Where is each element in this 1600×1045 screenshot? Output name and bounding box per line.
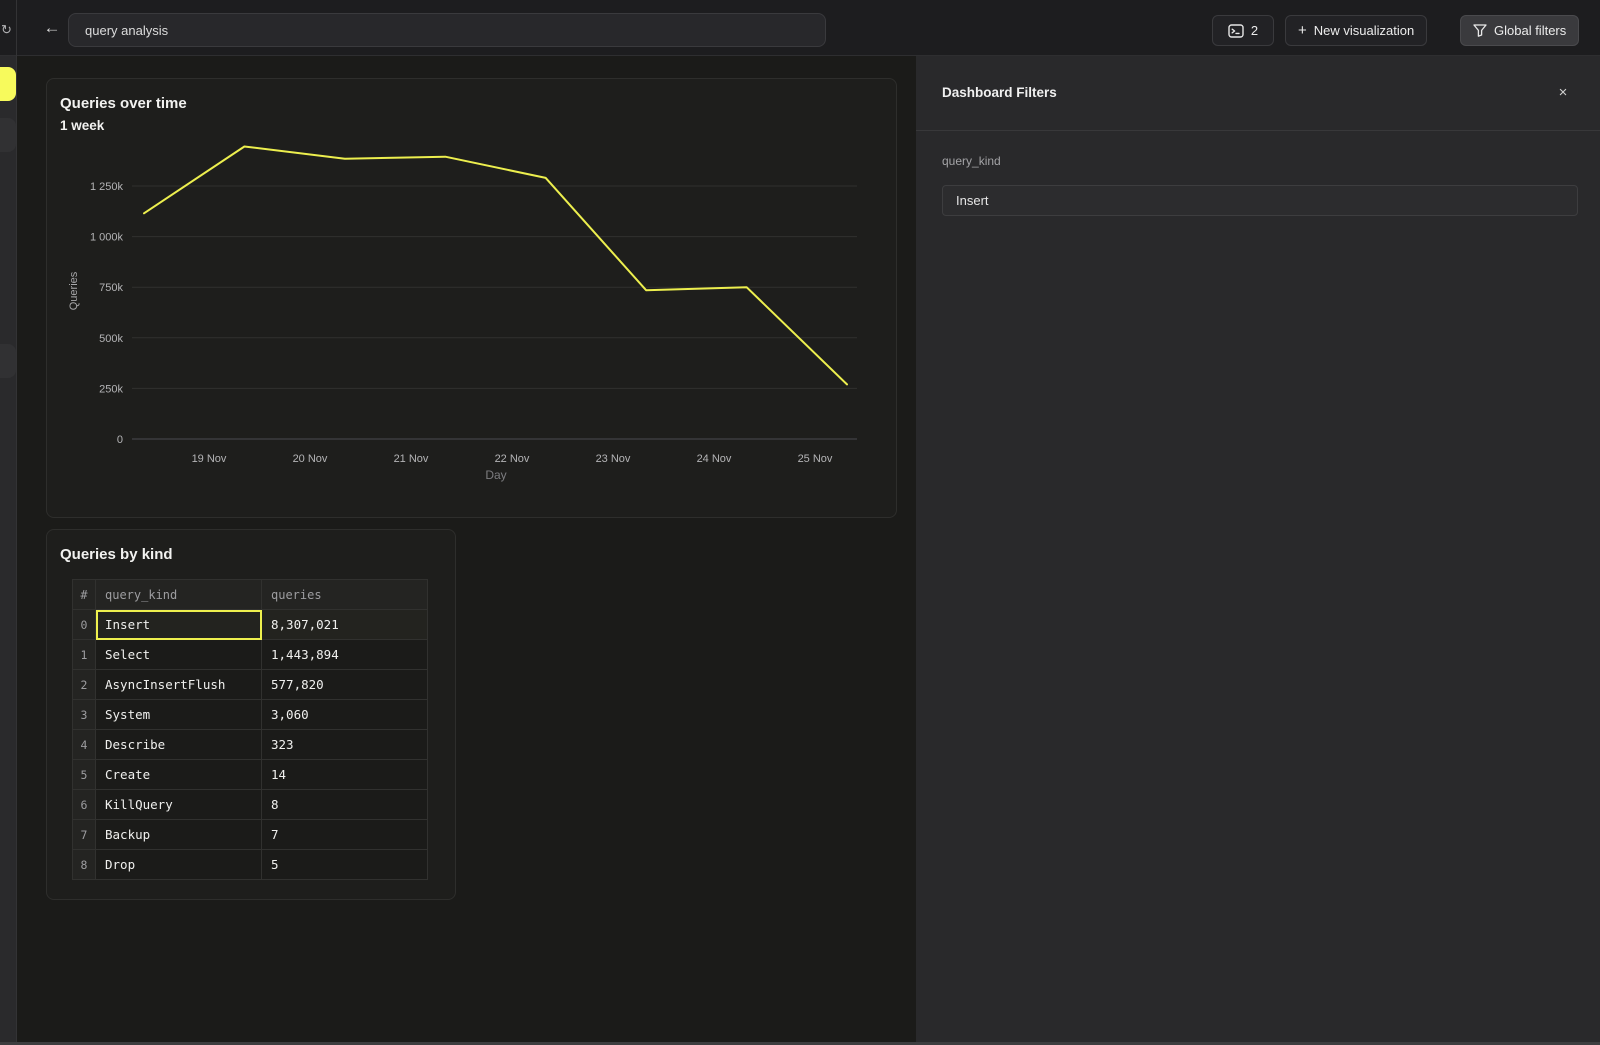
filters-panel-title: Dashboard Filters bbox=[942, 85, 1057, 100]
table-row: 4Describe323 bbox=[73, 730, 428, 760]
x-axis-title: Day bbox=[485, 468, 506, 482]
table-title: Queries by kind bbox=[60, 546, 173, 563]
back-button[interactable]: ← bbox=[38, 14, 66, 42]
column-header-query_kind: query_kind bbox=[96, 580, 262, 610]
queries-value-cell[interactable]: 7 bbox=[262, 820, 428, 850]
table-header-row: #query_kindqueries bbox=[73, 580, 428, 610]
console-queries-count-button[interactable]: 2 bbox=[1212, 15, 1274, 46]
queries-by-kind-card: Queries by kind #query_kindqueries 0Inse… bbox=[46, 529, 456, 900]
queries-value-cell[interactable]: 5 bbox=[262, 850, 428, 880]
row-index-cell: 1 bbox=[73, 640, 96, 670]
x-tick-label: 22 Nov bbox=[495, 453, 530, 465]
y-tick-label: 750k bbox=[99, 282, 123, 294]
query-kind-filter-select[interactable]: Insert bbox=[942, 185, 1578, 216]
row-index-cell: 7 bbox=[73, 820, 96, 850]
sidebar-top-section: ↻ bbox=[0, 0, 16, 56]
queries-value-cell[interactable]: 8,307,021 bbox=[262, 610, 428, 640]
y-tick-label: 500k bbox=[99, 333, 123, 345]
queries-value-cell[interactable]: 323 bbox=[262, 730, 428, 760]
panel-divider bbox=[916, 130, 1600, 131]
row-index-cell: 5 bbox=[73, 760, 96, 790]
y-tick-label: 0 bbox=[117, 434, 123, 446]
query-kind-cell[interactable]: Backup bbox=[96, 820, 262, 850]
queries-value-cell[interactable]: 3,060 bbox=[262, 700, 428, 730]
dashboard-filters-panel: Dashboard Filters × query_kind Insert bbox=[916, 56, 1600, 1045]
queries-value-cell[interactable]: 1,443,894 bbox=[262, 640, 428, 670]
queries-value-cell[interactable]: 14 bbox=[262, 760, 428, 790]
row-index-cell: 6 bbox=[73, 790, 96, 820]
query-kind-cell[interactable]: System bbox=[96, 700, 262, 730]
table-row: 1Select1,443,894 bbox=[73, 640, 428, 670]
table-row: 8Drop5 bbox=[73, 850, 428, 880]
sidebar-tile-active[interactable] bbox=[0, 67, 16, 101]
x-tick-label: 19 Nov bbox=[192, 453, 227, 465]
plus-icon: + bbox=[1298, 22, 1307, 39]
x-tick-label: 23 Nov bbox=[596, 453, 631, 465]
refresh-icon[interactable]: ↻ bbox=[1, 22, 12, 38]
y-tick-label: 1 250k bbox=[90, 181, 124, 193]
y-axis-title: Queries bbox=[68, 271, 80, 310]
x-tick-label: 25 Nov bbox=[798, 453, 833, 465]
y-tick-label: 250k bbox=[99, 383, 123, 395]
new-visualization-label: New visualization bbox=[1314, 23, 1414, 38]
queries-over-time-line-chart: 0 250k 500k 750k 1 000k 1 250k 19 Nov 20 Nov 21 … bbox=[47, 79, 898, 519]
filter-field-label: query_kind bbox=[942, 154, 1001, 168]
close-icon[interactable]: × bbox=[1552, 82, 1574, 104]
table-row: 0Insert8,307,021 bbox=[73, 610, 428, 640]
table-row: 5Create14 bbox=[73, 760, 428, 790]
query-kind-cell[interactable]: Insert bbox=[96, 610, 262, 640]
top-bar: ← 2 + New visualization Global filters bbox=[17, 0, 1600, 56]
queries-value-cell[interactable]: 577,820 bbox=[262, 670, 428, 700]
x-tick-label: 21 Nov bbox=[394, 453, 429, 465]
queries-over-time-card: Queries over time 1 week 0250k500k750k1 … bbox=[46, 78, 897, 518]
new-visualization-button[interactable]: + New visualization bbox=[1285, 15, 1427, 46]
row-index-cell: 8 bbox=[73, 850, 96, 880]
row-index-cell: 0 bbox=[73, 610, 96, 640]
column-header-index: # bbox=[73, 580, 96, 610]
dashboard-title-input[interactable] bbox=[68, 13, 826, 47]
console-count: 2 bbox=[1251, 23, 1258, 38]
y-tick-label: 1 000k bbox=[90, 232, 124, 244]
global-filters-button[interactable]: Global filters bbox=[1460, 15, 1579, 46]
row-index-cell: 3 bbox=[73, 700, 96, 730]
table-wrapper: #query_kindqueries 0Insert8,307,0211Sele… bbox=[72, 579, 428, 880]
query-kind-cell[interactable]: Drop bbox=[96, 850, 262, 880]
column-header-queries: queries bbox=[262, 580, 428, 610]
table-row: 2AsyncInsertFlush577,820 bbox=[73, 670, 428, 700]
dashboard-canvas: Queries over time 1 week 0250k500k750k1 … bbox=[17, 56, 916, 1045]
row-index-cell: 4 bbox=[73, 730, 96, 760]
row-index-cell: 2 bbox=[73, 670, 96, 700]
queries-by-kind-table: #query_kindqueries 0Insert8,307,0211Sele… bbox=[72, 579, 428, 880]
query-kind-cell[interactable]: AsyncInsertFlush bbox=[96, 670, 262, 700]
left-sidebar: ↻ bbox=[0, 0, 17, 1045]
query-kind-cell[interactable]: Select bbox=[96, 640, 262, 670]
x-tick-label: 20 Nov bbox=[293, 453, 328, 465]
sidebar-tile[interactable] bbox=[0, 344, 16, 378]
app-window: ↻ ← 2 + New visualization Global filters bbox=[0, 0, 1600, 1045]
query-kind-cell[interactable]: Create bbox=[96, 760, 262, 790]
funnel-icon bbox=[1473, 24, 1487, 37]
query-kind-cell[interactable]: KillQuery bbox=[96, 790, 262, 820]
global-filters-label: Global filters bbox=[1494, 23, 1566, 38]
sidebar-tile[interactable] bbox=[0, 118, 16, 152]
table-row: 7Backup7 bbox=[73, 820, 428, 850]
query-kind-cell[interactable]: Describe bbox=[96, 730, 262, 760]
queries-series-line bbox=[144, 147, 847, 385]
terminal-icon bbox=[1228, 24, 1244, 38]
table-row: 3System3,060 bbox=[73, 700, 428, 730]
x-tick-label: 24 Nov bbox=[697, 453, 732, 465]
table-row: 6KillQuery8 bbox=[73, 790, 428, 820]
queries-value-cell[interactable]: 8 bbox=[262, 790, 428, 820]
